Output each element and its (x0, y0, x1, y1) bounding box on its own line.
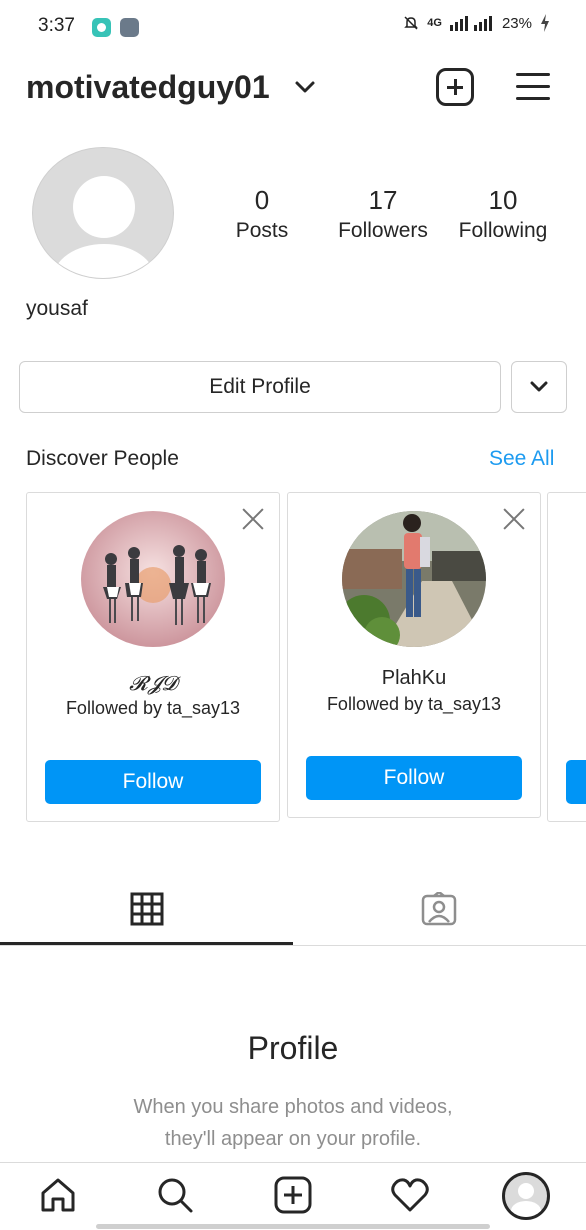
display-name: yousaf (26, 297, 88, 320)
activity-icon[interactable] (390, 1175, 430, 1215)
suggestion-card-partial (547, 492, 586, 822)
profile-header: motivatedguy01 (0, 56, 586, 126)
suggestion-name[interactable]: PlahKu (288, 667, 540, 690)
empty-state-line-1: When you share photos and videos, (133, 1096, 453, 1118)
following-stat[interactable]: 10 Following (451, 184, 555, 246)
profile-tabs (0, 880, 586, 946)
status-bar: 3:37 4G 23% (0, 0, 586, 56)
empty-state-title: Profile (247, 1030, 339, 1066)
follow-button-partial[interactable] (566, 760, 586, 804)
chevron-down-icon (530, 381, 548, 392)
followers-label: Followers (338, 219, 428, 242)
followers-count: 17 (368, 185, 398, 215)
home-indicator (96, 1224, 490, 1229)
grid-icon[interactable] (130, 892, 164, 926)
edit-profile-button[interactable]: Edit Profile (19, 361, 501, 413)
username-title[interactable]: motivatedguy01 (26, 69, 270, 106)
signal-icon (449, 16, 492, 31)
battery-percent: 23% (501, 14, 532, 32)
create-icon[interactable] (273, 1175, 313, 1215)
discover-people-title: Discover People (26, 447, 179, 470)
close-icon[interactable] (241, 507, 265, 531)
empty-state-text: When you share photos and videos, they'l… (93, 1091, 493, 1155)
app-notification-icon (92, 18, 111, 37)
gallery-icon (120, 18, 139, 37)
suggestion-name[interactable]: 𝓡𝓙𝓓 (27, 671, 279, 695)
suggestion-card: 𝓡𝓙𝓓 Followed by ta_say13 Follow (26, 492, 280, 822)
status-time: 3:37 (38, 15, 75, 36)
suggestion-followed-by: Followed by ta_say13 (326, 694, 502, 714)
profile-avatar[interactable] (32, 147, 174, 279)
tagged-icon[interactable] (421, 892, 457, 926)
search-icon[interactable] (155, 1175, 195, 1215)
home-icon[interactable] (38, 1175, 78, 1215)
following-label: Following (458, 219, 548, 242)
following-count: 10 (488, 185, 518, 215)
chevron-down-icon[interactable] (294, 80, 316, 94)
status-icons: 4G 23% (403, 14, 550, 32)
mute-icon (404, 16, 419, 30)
follow-button[interactable]: Follow (306, 756, 522, 800)
suggestions-dropdown-button[interactable] (511, 361, 567, 413)
posts-label: Posts (235, 219, 289, 242)
see-all-link[interactable]: See All (489, 447, 554, 471)
posts-stat: 0 Posts (226, 184, 298, 246)
suggestion-followed-by: Followed by ta_say13 (65, 698, 241, 718)
close-icon[interactable] (502, 507, 526, 531)
profile-avatar[interactable] (502, 1172, 550, 1220)
posts-count: 0 (254, 185, 270, 215)
menu-icon[interactable] (516, 73, 550, 101)
active-tab-indicator (0, 942, 293, 945)
battery-icon (541, 14, 549, 32)
suggestion-avatar[interactable] (342, 511, 486, 647)
follow-button[interactable]: Follow (45, 760, 261, 804)
bottom-nav (0, 1162, 586, 1230)
followers-stat[interactable]: 17 Followers (330, 184, 436, 246)
empty-state-line-2: they'll appear on your profile. (164, 1128, 422, 1150)
new-post-icon[interactable] (436, 68, 474, 106)
suggestion-card: PlahKu Followed by ta_say13 Follow (287, 492, 541, 818)
suggestion-avatar[interactable] (81, 511, 225, 647)
network-type: 4G (427, 17, 442, 29)
